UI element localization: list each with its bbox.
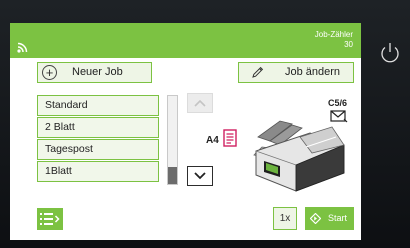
folding-machine-illustration: [253, 120, 345, 192]
list-menu-icon: [40, 213, 60, 225]
job-list-scrollbar[interactable]: [167, 95, 178, 185]
job-counter-value: 30: [344, 40, 353, 49]
job-counter-label: Job-Zähler: [314, 30, 353, 39]
touch-screen: Job-Zähler 30 + Neuer Job Job ändern Sta…: [10, 23, 361, 240]
edit-job-label: Job ändern: [285, 66, 341, 78]
wifi-icon: [17, 42, 28, 53]
new-job-button[interactable]: + Neuer Job: [37, 62, 152, 83]
new-job-label: Neuer Job: [72, 66, 123, 78]
start-diamond-icon: [310, 213, 321, 224]
copies-button[interactable]: 1x: [273, 207, 297, 230]
job-list-item[interactable]: Tagespost: [37, 139, 159, 160]
start-label: Start: [328, 213, 348, 223]
paper-format-label: A4: [206, 135, 219, 146]
status-bar: Job-Zähler 30: [10, 23, 361, 58]
menu-button[interactable]: [37, 208, 63, 230]
job-list-item[interactable]: Standard: [37, 95, 159, 116]
chevron-down-icon: [194, 172, 206, 180]
start-button[interactable]: Start: [305, 207, 354, 230]
scroll-down-button[interactable]: [187, 166, 213, 186]
pencil-icon: [252, 66, 264, 78]
edit-job-button[interactable]: Job ändern: [238, 62, 354, 83]
power-icon[interactable]: [378, 41, 402, 65]
job-list-item[interactable]: 2 Blatt: [37, 117, 159, 138]
job-list-item[interactable]: 1Blatt: [37, 161, 159, 182]
envelope-format-label: C5/6: [328, 98, 348, 108]
document-icon: [223, 129, 237, 147]
scroll-up-button[interactable]: [187, 93, 213, 113]
plus-circle-icon: +: [42, 65, 57, 80]
scrollbar-thumb[interactable]: [168, 167, 177, 184]
chevron-up-icon: [194, 99, 206, 107]
